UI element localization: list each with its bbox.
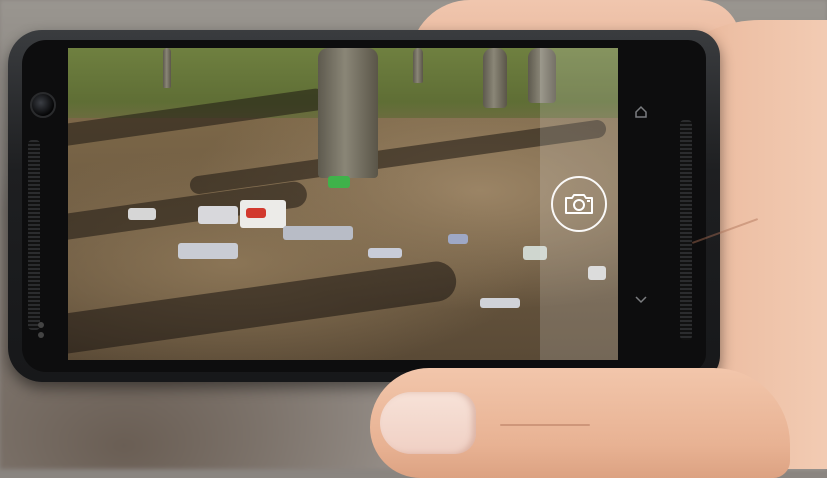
litter <box>246 208 266 218</box>
tree-trunk <box>318 48 378 178</box>
litter <box>448 234 468 244</box>
back-key[interactable] <box>634 290 648 309</box>
litter <box>128 208 156 220</box>
tree-trunk <box>413 48 423 83</box>
litter <box>178 243 238 259</box>
litter <box>198 206 238 224</box>
shutter-button[interactable] <box>551 176 607 232</box>
right-speaker-grille <box>680 120 692 340</box>
home-key[interactable] <box>634 104 648 123</box>
camera-icon <box>565 194 593 214</box>
litter <box>328 176 350 188</box>
front-camera-icon <box>30 92 56 118</box>
camera-viewfinder[interactable] <box>68 48 618 360</box>
tree-trunk <box>163 48 171 88</box>
litter <box>283 226 353 240</box>
home-icon <box>635 105 647 118</box>
left-speaker-grille <box>28 140 40 330</box>
sensor-dot <box>38 322 44 328</box>
skin-crease <box>500 424 590 426</box>
viewfinder-image <box>68 48 618 360</box>
litter <box>480 298 520 308</box>
thumbnail <box>380 392 476 454</box>
sensor-dot <box>38 332 44 338</box>
chevron-down-icon <box>635 296 647 304</box>
tree-trunk <box>483 48 507 108</box>
litter <box>368 248 402 258</box>
